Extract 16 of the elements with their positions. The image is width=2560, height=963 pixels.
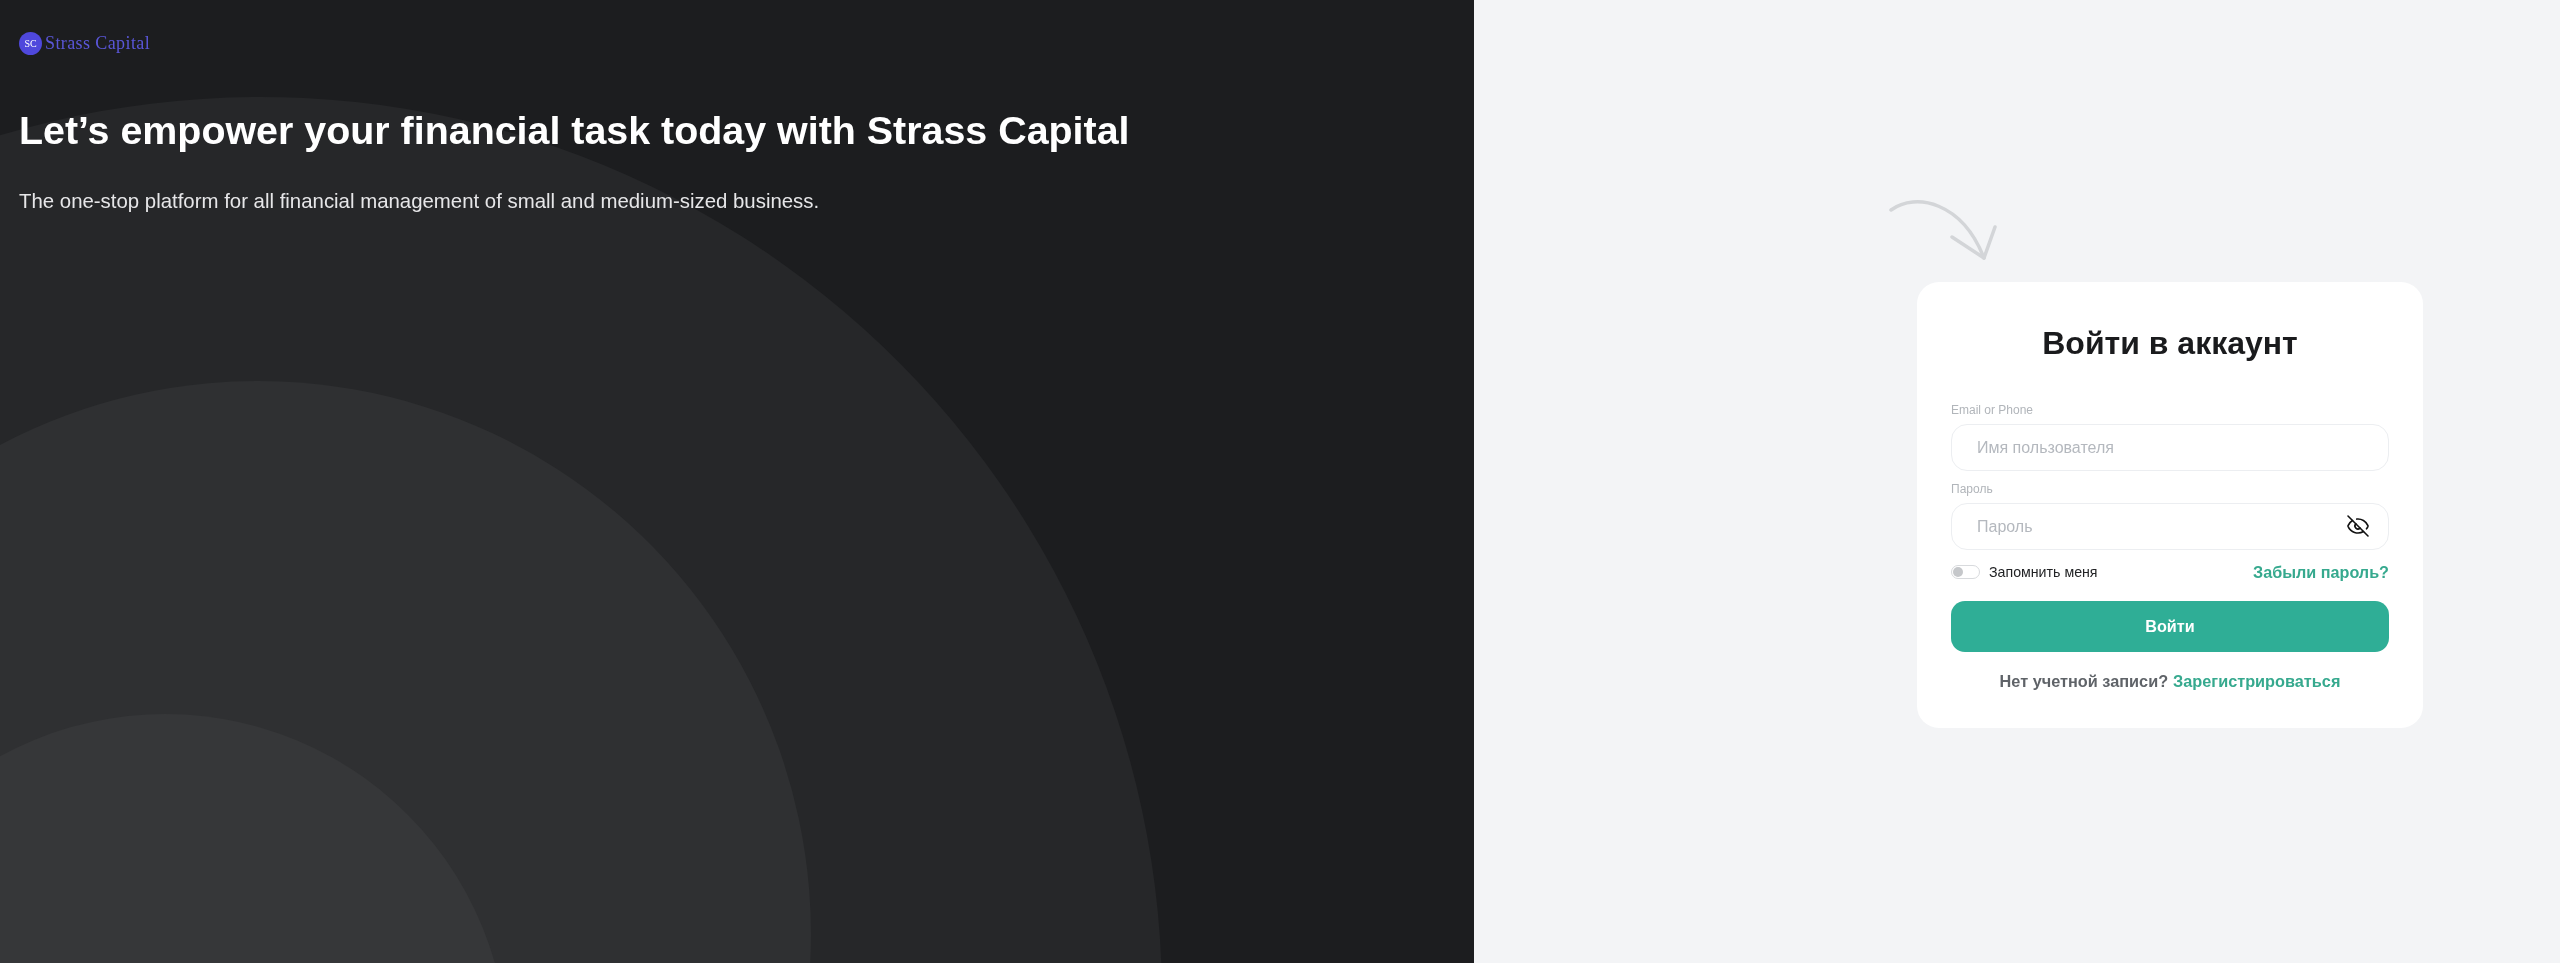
login-title: Войти в аккаунт bbox=[2041, 324, 2299, 363]
password-field[interactable]: Пароль bbox=[1951, 503, 2389, 550]
hero-title: Let’s empower your financial task today with Strass Capital bbox=[19, 107, 1131, 154]
hero-subtitle: The one-stop platform for all financial management of small and medium-sized business. bbox=[19, 189, 821, 213]
forgot-password-link[interactable]: Забыли пароль? bbox=[2253, 562, 2389, 582]
signup-link[interactable]: Зарегистрироваться bbox=[2173, 671, 2341, 691]
field-label: Email or Phone bbox=[1951, 403, 2034, 417]
field-label: Пароль bbox=[1951, 482, 1993, 496]
signup-prompt: Нет учетной записи? bbox=[1999, 671, 2169, 691]
logo-mark: SC bbox=[19, 32, 42, 55]
brand-name: Strass Capital bbox=[45, 32, 151, 55]
remember-toggle[interactable] bbox=[1951, 565, 1980, 579]
username-field[interactable]: Имя пользователя bbox=[1951, 424, 2389, 471]
login-button[interactable]: Войти bbox=[1951, 601, 2389, 652]
eye-off-icon[interactable] bbox=[2346, 514, 2370, 538]
remember-label: Запомнить меня bbox=[1989, 563, 2098, 581]
